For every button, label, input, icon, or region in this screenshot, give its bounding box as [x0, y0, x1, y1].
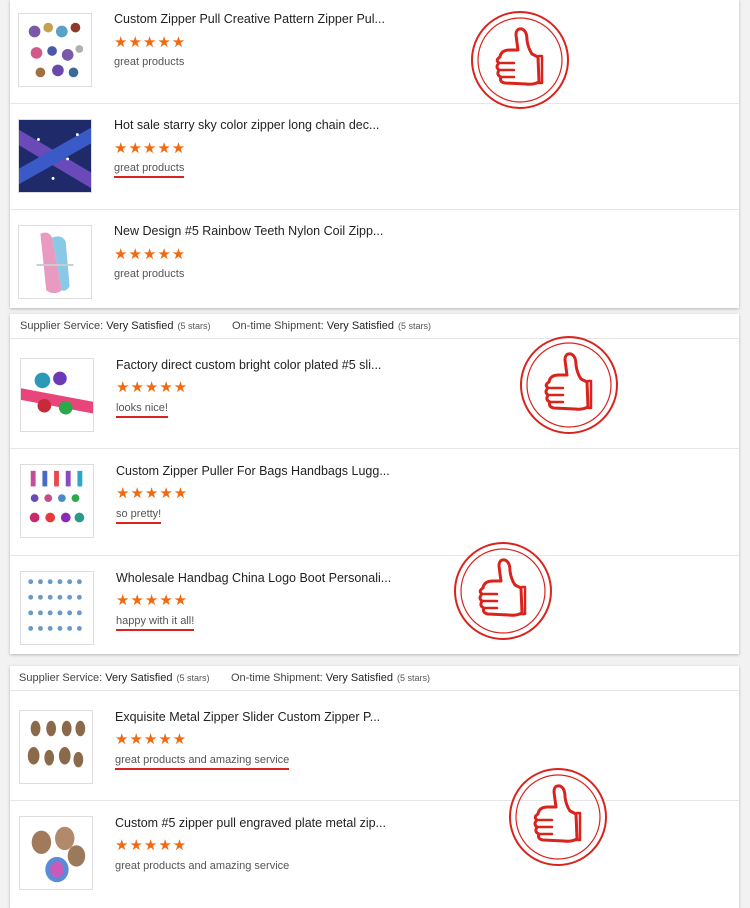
review-row: Exquisite Metal Zipper Slider Custom Zip…	[10, 695, 739, 801]
product-thumbnail[interactable]	[20, 464, 94, 538]
rating-stars: ★★★★★	[116, 592, 189, 609]
rating-stars: ★★★★★	[115, 731, 188, 748]
product-title[interactable]: Wholesale Handbag China Logo Boot Person…	[116, 571, 391, 585]
product-title[interactable]: Hot sale starry sky color zipper long ch…	[114, 118, 379, 132]
review-comment: great products	[114, 162, 185, 178]
review-comment: great products and amazing service	[115, 754, 290, 770]
product-thumbnail[interactable]	[18, 225, 92, 299]
review-row: Custom Zipper Pull Creative Pattern Zipp…	[10, 0, 739, 104]
review-row: Factory direct custom bright color plate…	[10, 343, 739, 449]
product-thumbnail[interactable]	[20, 571, 94, 645]
product-thumbnail[interactable]	[18, 13, 92, 87]
review-comment: great products	[114, 268, 185, 280]
service-rating-bar: Supplier Service: Very Satisfied (5 stars…	[10, 314, 739, 339]
review-card-1: Custom Zipper Pull Creative Pattern Zipp…	[10, 0, 739, 308]
service-rating-bar: Supplier Service: Very Satisfied (5 stars…	[10, 666, 739, 691]
review-comment: happy with it all!	[116, 615, 195, 631]
rating-stars: ★★★★★	[114, 140, 187, 157]
shipment-rating: On-time Shipment: Very Satisfied (5 stars…	[232, 320, 432, 332]
review-card-3: Supplier Service: Very Satisfied (5 stars…	[10, 666, 739, 908]
product-thumbnail[interactable]	[18, 119, 92, 193]
product-title[interactable]: Factory direct custom bright color plate…	[116, 358, 381, 372]
rating-stars: ★★★★★	[116, 379, 189, 396]
rating-stars: ★★★★★	[116, 485, 189, 502]
supplier-service-rating: Supplier Service: Very Satisfied (5 stars…	[19, 672, 210, 684]
product-title[interactable]: Custom Zipper Pull Creative Pattern Zipp…	[114, 12, 385, 26]
review-comment: great products	[114, 56, 185, 68]
review-comment: so pretty!	[116, 508, 162, 524]
review-comment: great products and amazing service	[115, 860, 290, 872]
review-row: Hot sale starry sky color zipper long ch…	[10, 104, 739, 210]
rating-stars: ★★★★★	[114, 34, 187, 51]
rating-stars: ★★★★★	[115, 837, 188, 854]
product-thumbnail[interactable]	[19, 816, 93, 890]
product-title[interactable]: Custom #5 zipper pull engraved plate met…	[115, 816, 386, 830]
review-row: Wholesale Handbag China Logo Boot Person…	[10, 556, 739, 654]
review-row: New Design #5 Rainbow Teeth Nylon Coil Z…	[10, 210, 739, 308]
review-card-2: Supplier Service: Very Satisfied (5 stars…	[10, 314, 739, 654]
thumbs-up-stamp-icon	[508, 767, 608, 867]
product-thumbnail[interactable]	[20, 358, 94, 432]
product-title[interactable]: Custom Zipper Puller For Bags Handbags L…	[116, 464, 390, 478]
shipment-rating: On-time Shipment: Very Satisfied (5 stars…	[231, 672, 431, 684]
review-comment: looks nice!	[116, 402, 168, 418]
product-title[interactable]: Exquisite Metal Zipper Slider Custom Zip…	[115, 710, 380, 724]
thumbs-up-stamp-icon	[470, 10, 570, 110]
review-row: Custom #5 zipper pull engraved plate met…	[10, 801, 739, 908]
product-title[interactable]: New Design #5 Rainbow Teeth Nylon Coil Z…	[114, 224, 383, 238]
rating-stars: ★★★★★	[114, 246, 187, 263]
review-row: Custom Zipper Puller For Bags Handbags L…	[10, 449, 739, 556]
thumbs-up-stamp-icon	[519, 335, 619, 435]
thumbs-up-stamp-icon	[453, 541, 553, 641]
supplier-service-rating: Supplier Service: Very Satisfied (5 stars…	[20, 320, 211, 332]
product-thumbnail[interactable]	[19, 710, 93, 784]
